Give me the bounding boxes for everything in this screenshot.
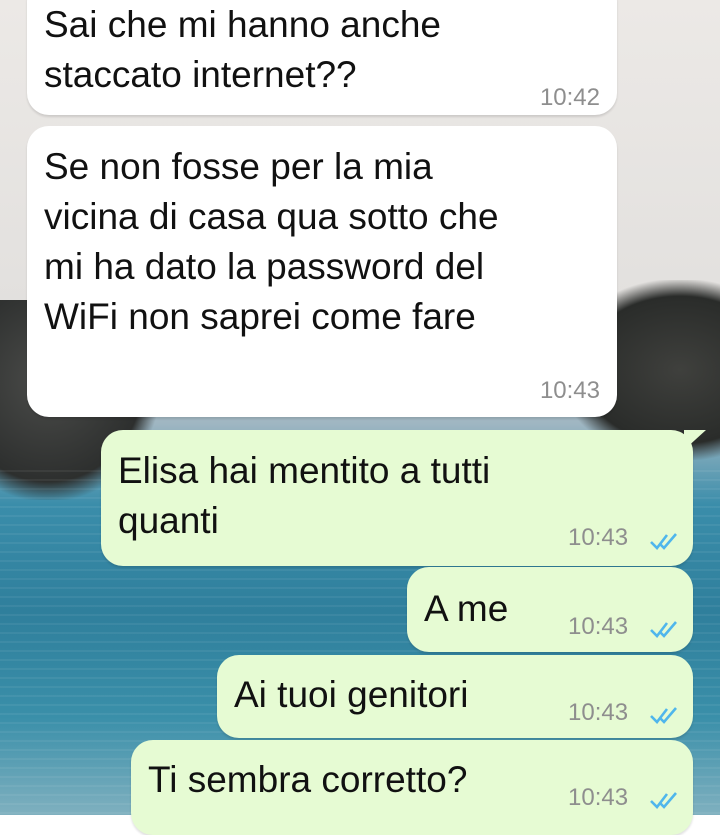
message-timestamp: 10:43 <box>568 613 629 640</box>
double-check-icon <box>650 707 677 724</box>
incoming-message-bubble[interactable]: Se non fosse per la mia vicina di casa q… <box>27 126 617 417</box>
message-timestamp: 10:43 <box>539 377 600 404</box>
message-text: Ti sembra corretto? <box>148 759 468 800</box>
outgoing-message-bubble[interactable]: Elisa hai mentito a tutti quanti 10:43 <box>101 430 693 566</box>
message-timestamp: 10:43 <box>568 784 629 811</box>
message-timestamp: 10:42 <box>539 84 600 111</box>
double-check-icon <box>650 533 677 550</box>
incoming-message-bubble[interactable]: Sai che mi hanno anche staccato internet… <box>27 0 617 115</box>
bubble-tail <box>684 430 706 450</box>
outgoing-message-bubble[interactable]: A me 10:43 <box>407 567 693 652</box>
outgoing-message-bubble[interactable]: Ai tuoi genitori 10:43 <box>217 655 693 738</box>
message-text: A me <box>424 588 509 629</box>
message-timestamp: 10:43 <box>568 524 629 551</box>
message-timestamp: 10:43 <box>568 699 629 726</box>
double-check-icon <box>650 792 677 809</box>
message-text: Ai tuoi genitori <box>234 674 469 715</box>
outgoing-message-bubble[interactable]: Ti sembra corretto? 10:43 <box>131 740 693 835</box>
double-check-icon <box>650 621 677 638</box>
message-text: Se non fosse per la mia vicina di casa q… <box>44 146 499 337</box>
message-text: Elisa hai mentito a tutti quanti <box>118 450 491 541</box>
message-text: Sai che mi hanno anche staccato internet… <box>44 4 441 95</box>
